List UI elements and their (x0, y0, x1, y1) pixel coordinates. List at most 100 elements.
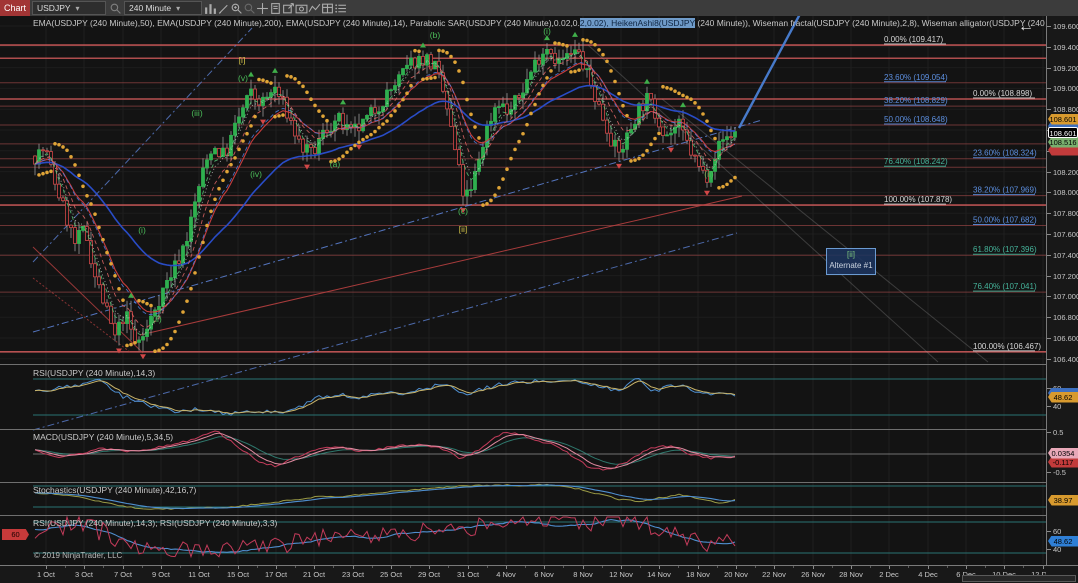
zoom-in-icon[interactable] (230, 2, 243, 15)
indicator-line (35, 381, 735, 414)
date-axis-minor-tick (755, 566, 756, 568)
panel-separator[interactable] (0, 482, 1078, 483)
date-axis-label: 22 Nov (754, 570, 794, 579)
wave-label: (ii) (152, 314, 162, 324)
date-axis-label: 14 Nov (639, 570, 679, 579)
indicator-label[interactable]: EMA(USDJPY (240 Minute),50), EMA(USDJPY … (33, 18, 1078, 28)
date-axis-label: 25 Oct (371, 570, 411, 579)
line-tool-icon[interactable] (308, 2, 321, 15)
date-axis-minor-tick (908, 566, 909, 568)
search-icon[interactable] (109, 2, 122, 15)
copyright-text: © 2019 NinjaTrader, LLC (34, 551, 122, 560)
panel-separator[interactable] (0, 429, 1078, 430)
panel-label-rsi2[interactable]: RSI(USDJPY (240 Minute),14,3); RSI(USDJP… (33, 518, 277, 528)
date-axis-label: 8 Nov (563, 570, 603, 579)
price-marker-badge: 38.97 (1048, 495, 1078, 506)
date-axis-tick (813, 566, 814, 569)
date-axis-label: 21 Oct (294, 570, 334, 579)
panel-separator[interactable] (0, 364, 1078, 365)
date-axis-minor-tick (832, 566, 833, 568)
wave-label: (c) (458, 206, 468, 216)
wave-label: (ii) (704, 169, 714, 179)
date-axis-label: 12 Nov (601, 570, 641, 579)
fib-level-label: 38.20% (107.969) (973, 186, 1037, 195)
new-page-icon[interactable] (269, 2, 282, 15)
price-marker-badge: 48.62 (1048, 392, 1078, 403)
date-axis-label: 1 Oct (26, 570, 66, 579)
date-axis-tick (889, 566, 890, 569)
fib-level-label: 100.00% (107.878) (884, 195, 952, 204)
bar-type-icon[interactable] (204, 2, 217, 15)
price-axis-tick: 107.400 (1053, 251, 1078, 260)
date-axis[interactable]: 1 Oct3 Oct7 Oct9 Oct11 Oct15 Oct17 Oct21… (0, 565, 1046, 583)
back-arrow-icon[interactable]: ← (1018, 19, 1034, 35)
properties-list-icon[interactable] (334, 2, 347, 15)
date-axis-tick (698, 566, 699, 569)
date-axis-tick (276, 566, 277, 569)
price-marker-badge: 48.62 (1048, 536, 1078, 547)
snapshot-icon[interactable] (295, 2, 308, 15)
price-axis-tick: 0.5 (1053, 428, 1063, 437)
date-axis-minor-tick (985, 566, 986, 568)
panel-separator[interactable] (0, 515, 1078, 516)
date-axis-minor-tick (180, 566, 181, 568)
wave-label: (b) (430, 30, 441, 40)
price-marker-badge: 108.601 (1048, 127, 1078, 138)
date-axis-minor-tick (487, 566, 488, 568)
date-axis-minor-tick (257, 566, 258, 568)
date-axis-tick (353, 566, 354, 569)
date-axis-tick (238, 566, 239, 569)
date-axis-tick (621, 566, 622, 569)
chart-canvas[interactable]: 0.00% (109.417)23.60% (109.054)38.20% (1… (0, 0, 1078, 583)
projection-line (739, 14, 800, 128)
date-axis-tick (199, 566, 200, 569)
date-axis-minor-tick (448, 566, 449, 568)
alternate-count-annotation[interactable]: [ii] Alternate #1 (826, 248, 876, 275)
panel-label-stochastics[interactable]: Stochastics(USDJPY (240 Minute),42,16,7) (33, 485, 196, 495)
date-axis-minor-tick (870, 566, 871, 568)
price-axis-tick: 107.000 (1053, 292, 1078, 301)
date-axis-label: 17 Oct (256, 570, 296, 579)
data-grid-icon[interactable] (321, 2, 334, 15)
date-axis-label: 4 Nov (486, 570, 526, 579)
pencil-icon[interactable] (217, 2, 230, 15)
price-axis-tick: 109.600 (1053, 22, 1078, 31)
date-axis-tick (851, 566, 852, 569)
panel-label-rsi[interactable]: RSI(USDJPY (240 Minute),14,3) (33, 368, 155, 378)
zoom-out-icon[interactable] (243, 2, 256, 15)
date-axis-minor-tick (602, 566, 603, 568)
date-axis-minor-tick (525, 566, 526, 568)
date-axis-label: 15 Oct (218, 570, 258, 579)
date-axis-tick (46, 566, 47, 569)
date-axis-minor-tick (793, 566, 794, 568)
price-axis-tick: 106.400 (1053, 355, 1078, 364)
date-axis-tick (314, 566, 315, 569)
price-axis[interactable]: 109.600109.400109.200109.000108.800108.6… (1046, 16, 1078, 583)
instrument-selector[interactable]: USDJPY▾ (32, 1, 106, 15)
indicator-label-text: EMA(USDJPY (240 Minute),50), EMA(USDJPY … (33, 18, 580, 28)
interval-selector[interactable]: 240 Minute▾ (124, 1, 202, 15)
date-axis-label: 23 Oct (333, 570, 373, 579)
date-axis-tick (928, 566, 929, 569)
fib-level-label: 76.40% (108.242) (884, 157, 948, 166)
price-marker-badge: 108.601 (1048, 114, 1078, 125)
level-60-marker-badge: 60 (2, 529, 29, 540)
date-axis-label: 2 Dec (869, 570, 909, 579)
date-axis-label: 26 Nov (793, 570, 833, 579)
panel-label-macd[interactable]: MACD(USDJPY (240 Minute),5,34,5) (33, 432, 173, 442)
tab-chart[interactable]: Chart (0, 0, 30, 16)
scrollbar-thumb[interactable] (962, 575, 1076, 582)
price-axis-tick: 109.000 (1053, 84, 1078, 93)
date-axis-minor-tick (1023, 566, 1024, 568)
fib-level-label: 50.00% (107.682) (973, 215, 1037, 224)
date-axis-tick (506, 566, 507, 569)
indicator-label-selected[interactable]: 2,0.02), HeikenAshi8(USDJPY (580, 18, 695, 28)
date-axis-minor-tick (410, 566, 411, 568)
crosshair-icon[interactable] (256, 2, 269, 15)
fib-level-label: 50.00% (108.648) (884, 115, 948, 124)
send-window-icon[interactable] (282, 2, 295, 15)
wave-label: [i] (239, 55, 246, 65)
date-axis-label: 28 Nov (831, 570, 871, 579)
fib-level-label: 100.00% (106.467) (973, 342, 1041, 351)
date-axis-label: 9 Oct (141, 570, 181, 579)
